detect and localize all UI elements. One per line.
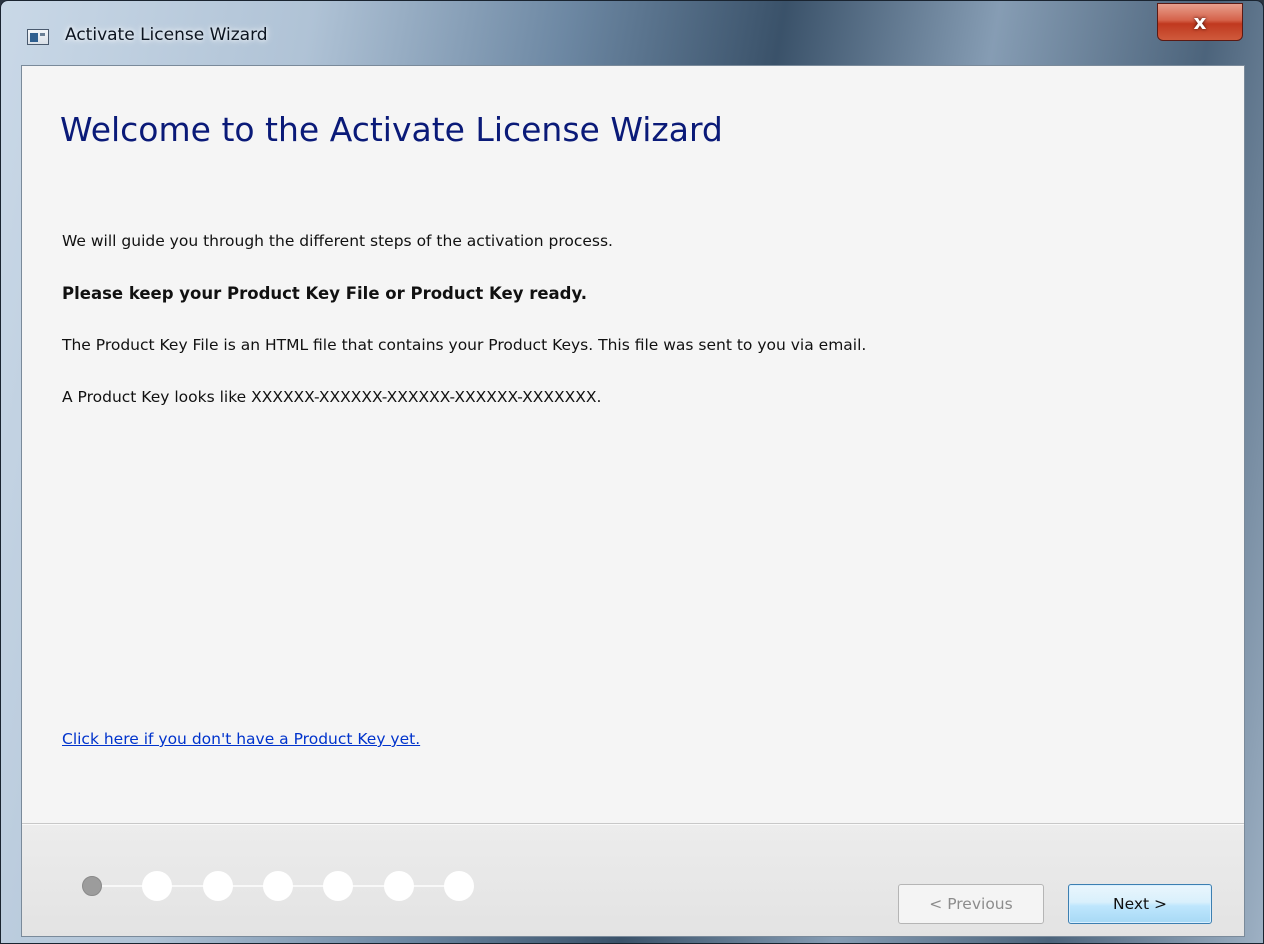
app-window-icon <box>27 29 49 45</box>
step-dot-7 <box>444 871 474 901</box>
key-file-description: The Product Key File is an HTML file tha… <box>62 336 867 354</box>
step-dot-5 <box>323 871 353 901</box>
wizard-window: Activate License Wizard x Welcome to the… <box>0 0 1264 944</box>
wizard-content: Welcome to the Activate License Wizard W… <box>22 66 1244 823</box>
step-dot-4 <box>263 871 293 901</box>
previous-button[interactable]: < Previous <box>898 884 1044 924</box>
wizard-footer: < Previous Next > <box>22 823 1244 936</box>
wizard-client-area: Welcome to the Activate License Wizard W… <box>21 65 1245 937</box>
step-dot-1 <box>82 876 102 896</box>
step-progress-indicator <box>76 869 476 903</box>
intro-text: We will guide you through the different … <box>62 232 613 250</box>
step-dot-2 <box>142 871 172 901</box>
window-title: Activate License Wizard <box>65 25 268 45</box>
title-bar[interactable]: Activate License Wizard x <box>1 1 1263 65</box>
step-dot-6 <box>384 871 414 901</box>
keep-key-ready-text: Please keep your Product Key File or Pro… <box>62 284 587 303</box>
no-product-key-link[interactable]: Click here if you don't have a Product K… <box>62 730 420 748</box>
close-button[interactable]: x <box>1157 3 1243 41</box>
close-icon: x <box>1193 10 1207 34</box>
page-title: Welcome to the Activate License Wizard <box>60 110 723 149</box>
next-button[interactable]: Next > <box>1068 884 1212 924</box>
step-dot-3 <box>203 871 233 901</box>
key-format-description: A Product Key looks like XXXXXX-XXXXXX-X… <box>62 388 602 406</box>
